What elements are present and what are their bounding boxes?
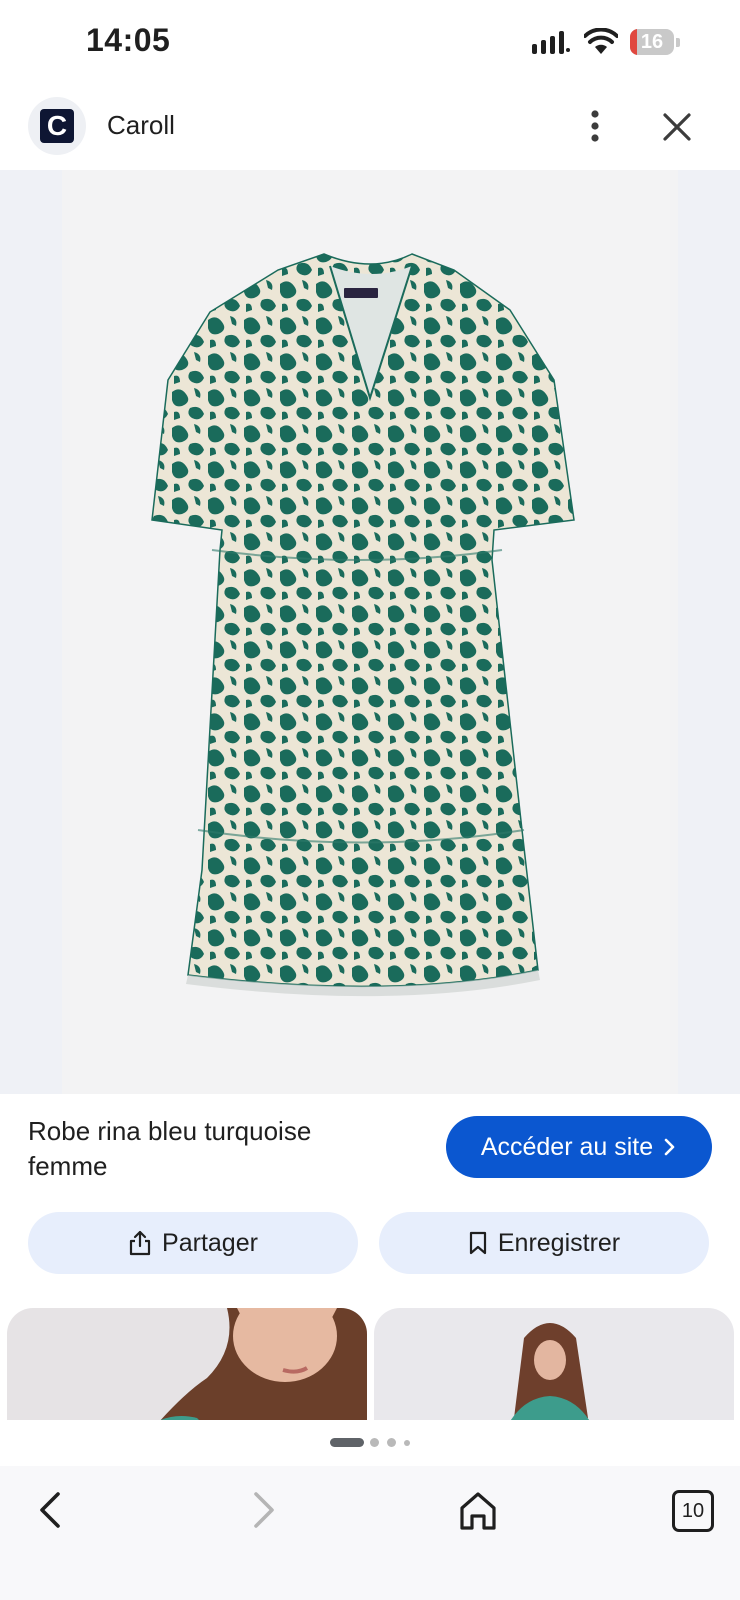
page-dot: [387, 1438, 396, 1447]
page-dot: [370, 1438, 379, 1447]
related-image-card[interactable]: [374, 1308, 734, 1420]
share-label: Partager: [162, 1228, 258, 1257]
share-button[interactable]: Partager: [28, 1212, 358, 1274]
home-icon[interactable]: [456, 1486, 500, 1534]
battery-level: 16: [640, 31, 664, 53]
product-info: Robe rina bleu turquoise femme Accéder a…: [0, 1094, 740, 1302]
app-header: C Caroll: [0, 86, 740, 170]
dress-image: [151, 253, 575, 997]
close-icon[interactable]: [660, 110, 694, 144]
visit-site-button[interactable]: Accéder au site: [446, 1116, 712, 1178]
brand-logo[interactable]: C: [28, 97, 86, 155]
related-image: [160, 1308, 367, 1420]
battery-indicator: 16: [630, 29, 680, 57]
forward-icon[interactable]: [242, 1486, 282, 1534]
save-label: Enregistrer: [497, 1228, 621, 1257]
status-bar: 14:05 16: [0, 0, 740, 86]
save-button[interactable]: Enregistrer: [379, 1212, 709, 1274]
visit-site-label: Accéder au site: [480, 1132, 654, 1161]
bottom-nav: 10: [0, 1466, 740, 1600]
more-vert-icon[interactable]: [580, 108, 610, 144]
product-title: Robe rina bleu turquoise femme: [28, 1116, 312, 1181]
signal-icon: [532, 31, 570, 54]
related-image-card[interactable]: [7, 1308, 367, 1420]
back-icon[interactable]: [32, 1486, 72, 1534]
share-icon: [129, 1230, 151, 1256]
page-dot: [404, 1440, 410, 1446]
product-image-area[interactable]: [0, 170, 740, 1094]
related-images: [0, 1308, 740, 1420]
bookmark-icon: [469, 1231, 486, 1255]
page-indicator: [0, 1420, 740, 1466]
product-photo[interactable]: [62, 170, 678, 1094]
tabs-button[interactable]: 10: [672, 1490, 714, 1532]
wifi-icon: [584, 28, 618, 54]
page-dot-active: [330, 1438, 364, 1447]
brand-logo-letter: C: [40, 109, 74, 143]
brand-name[interactable]: Caroll: [107, 110, 175, 141]
chevron-right-icon: [664, 1138, 675, 1156]
related-image: [511, 1323, 589, 1420]
status-time: 14:05: [86, 22, 171, 58]
